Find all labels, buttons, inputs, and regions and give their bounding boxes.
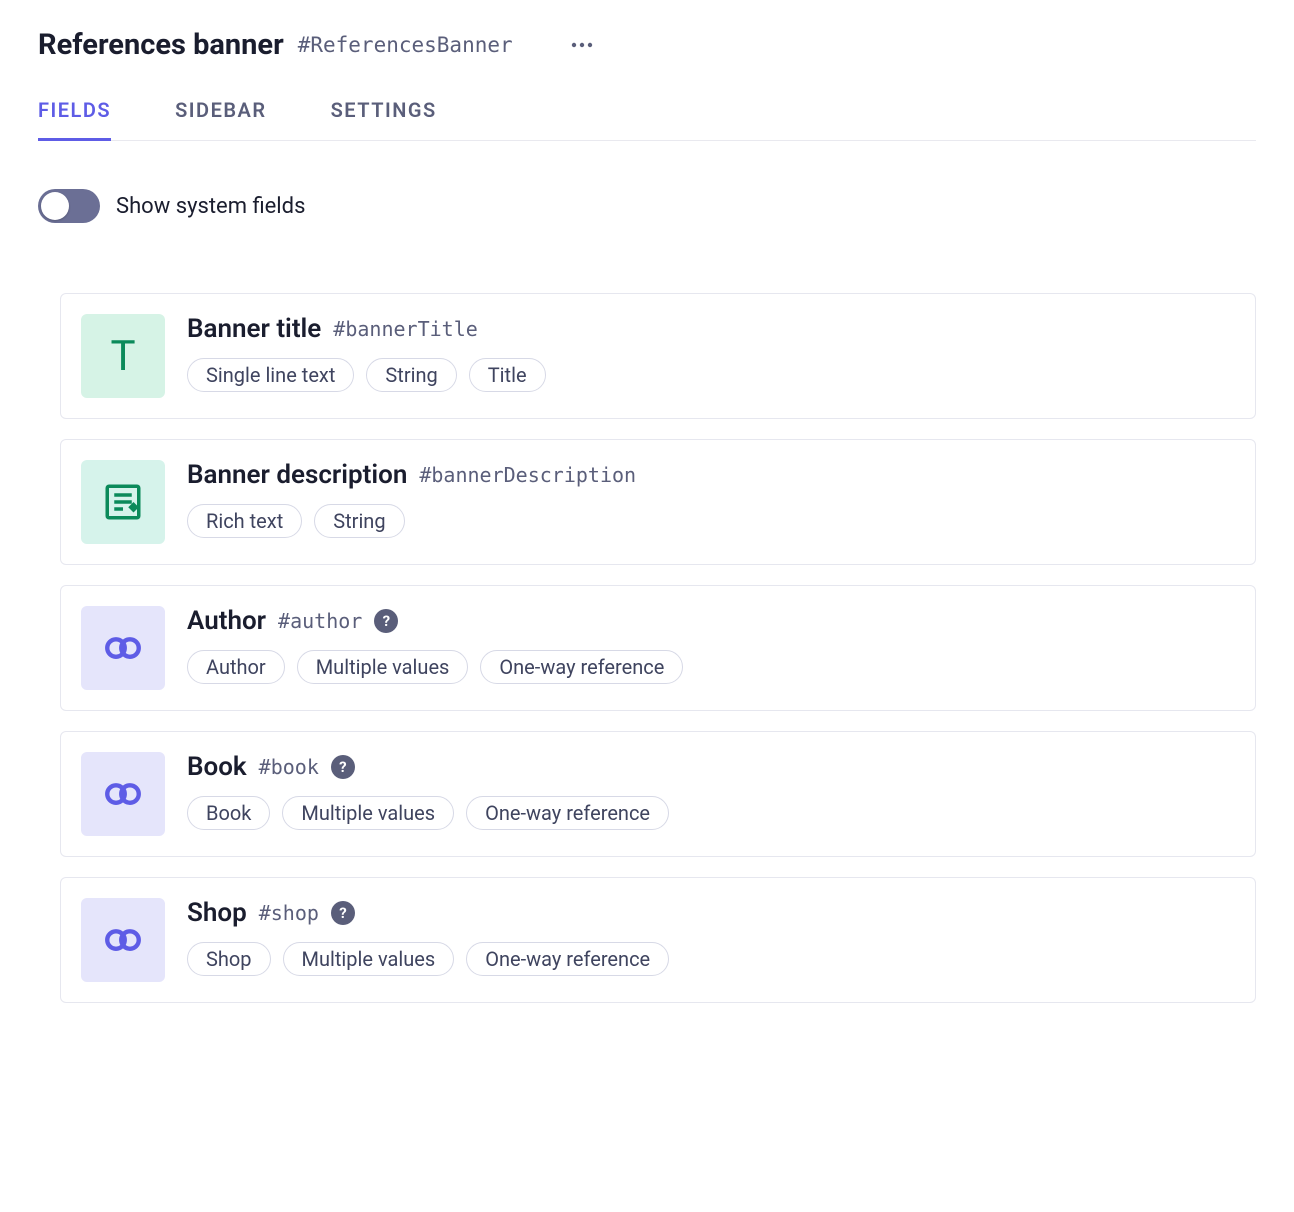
tab-fields[interactable]: FIELDS <box>38 98 111 141</box>
field-title: Shop <box>187 898 247 928</box>
pill-row: Author Multiple values One-way reference <box>187 650 1235 684</box>
link-icon <box>102 773 144 815</box>
link-icon <box>102 919 144 961</box>
field-title-row: Banner description #bannerDescription <box>187 460 1235 490</box>
field-title-row: Author #author? <box>187 606 1235 636</box>
field-card[interactable]: Book #book? Book Multiple values One-way ref… <box>60 731 1256 857</box>
field-icon <box>81 606 165 690</box>
tab-sidebar[interactable]: SIDEBAR <box>175 98 267 141</box>
pill: Rich text <box>187 504 302 538</box>
field-icon <box>81 460 165 544</box>
pill: Multiple values <box>297 650 469 684</box>
pill: Multiple values <box>283 942 455 976</box>
field-id: #book <box>259 755 319 779</box>
help-icon[interactable]: ? <box>331 901 355 925</box>
field-title: Author <box>187 606 266 636</box>
field-card[interactable]: Banner description #bannerDescription Rich… <box>60 439 1256 565</box>
field-title: Book <box>187 752 247 782</box>
field-id: #shop <box>259 901 319 925</box>
pill: String <box>314 504 404 538</box>
toggle-label: Show system fields <box>116 194 305 219</box>
field-icon <box>81 752 165 836</box>
field-title-row: Shop #shop? <box>187 898 1235 928</box>
field-icon <box>81 898 165 982</box>
toggle-row: Show system fields <box>38 189 1256 223</box>
field-title-row: Book #book? <box>187 752 1235 782</box>
tabs: FIELDS SIDEBAR SETTINGS <box>38 98 1256 141</box>
pill: Title <box>469 358 546 392</box>
field-body: Shop #shop? Shop Multiple values One-way ref… <box>187 898 1235 976</box>
field-title: Banner title <box>187 314 321 344</box>
field-icon: T <box>81 314 165 398</box>
pill: Author <box>187 650 285 684</box>
pill-row: Rich text String <box>187 504 1235 538</box>
pill-row: Shop Multiple values One-way reference <box>187 942 1235 976</box>
pill: One-way reference <box>466 942 669 976</box>
pill-row: Single line text String Title <box>187 358 1235 392</box>
field-body: Book #book? Book Multiple values One-way ref… <box>187 752 1235 830</box>
toggle-knob <box>41 192 69 220</box>
field-title-row: Banner title #bannerTitle <box>187 314 1235 344</box>
field-body: Banner description #bannerDescription Rich… <box>187 460 1235 538</box>
field-card[interactable]: T Banner title #bannerTitle Single line tex… <box>60 293 1256 419</box>
pill-row: Book Multiple values One-way reference <box>187 796 1235 830</box>
field-body: Author #author? Author Multiple values One-w… <box>187 606 1235 684</box>
header-title-row: References banner #ReferencesBanner <box>38 28 1256 62</box>
field-card[interactable]: Shop #shop? Shop Multiple values One-way ref… <box>60 877 1256 1003</box>
field-id: #bannerTitle <box>333 317 478 341</box>
field-card[interactable]: Author #author? Author Multiple values One-w… <box>60 585 1256 711</box>
pill: Book <box>187 796 270 830</box>
pill: One-way reference <box>480 650 683 684</box>
pill: Multiple values <box>282 796 454 830</box>
field-id: #bannerDescription <box>419 463 636 487</box>
help-icon[interactable]: ? <box>374 609 398 633</box>
system-fields-toggle[interactable] <box>38 189 100 223</box>
page-id: #ReferencesBanner <box>298 33 513 57</box>
page-title: References banner <box>38 28 284 62</box>
tab-settings[interactable]: SETTINGS <box>331 98 437 141</box>
ellipsis-icon <box>571 42 593 48</box>
more-button[interactable] <box>567 30 597 60</box>
pill: String <box>366 358 456 392</box>
field-id: #author <box>278 609 362 633</box>
pill: Shop <box>187 942 271 976</box>
field-body: Banner title #bannerTitle Single line text… <box>187 314 1235 392</box>
pill: Single line text <box>187 358 354 392</box>
field-title: Banner description <box>187 460 407 490</box>
field-list: T Banner title #bannerTitle Single line tex… <box>38 293 1256 1003</box>
richtext-icon <box>102 481 144 523</box>
link-icon <box>102 627 144 669</box>
text-icon: T <box>110 332 135 381</box>
pill: One-way reference <box>466 796 669 830</box>
help-icon[interactable]: ? <box>331 755 355 779</box>
